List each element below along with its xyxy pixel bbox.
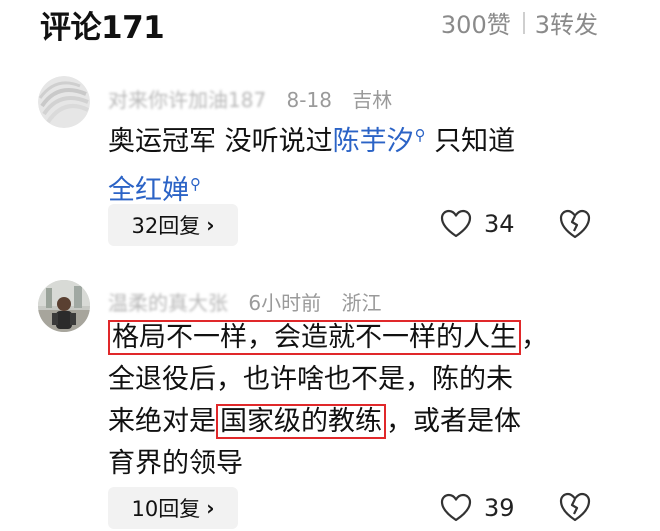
likes-count[interactable]: 300赞 <box>441 5 511 40</box>
broken-heart-icon[interactable] <box>558 490 592 524</box>
replies-button[interactable]: 32回复 › <box>108 204 238 246</box>
chevron-right-icon: › <box>206 496 215 520</box>
search-link-chen[interactable]: 陈芋汐 <box>333 126 414 157</box>
comment-text: 奥运冠军 没听说过陈芋汐⚲ 只知道 全红婵⚲ <box>108 114 515 212</box>
comment-text-segment: 奥运冠军 没听说过 <box>108 126 333 157</box>
like-count: 39 <box>484 494 515 522</box>
comment-meta: 对来你许加油187 8-18 吉林 <box>108 84 392 113</box>
username[interactable]: 温柔的真大张 <box>108 291 228 315</box>
comments-header: 评论171 300赞 3转发 <box>0 0 660 48</box>
avatar[interactable] <box>38 280 90 332</box>
comment-text-segment: 只知道 <box>434 126 516 157</box>
comment-location: 吉林 <box>352 88 393 112</box>
replies-label: 32回复 <box>131 214 201 238</box>
comment-text-segment: 育界的领导 <box>108 448 243 479</box>
search-icon[interactable]: ⚲ <box>415 126 426 144</box>
replies-button[interactable]: 10回复 › <box>108 487 238 529</box>
avatar[interactable] <box>38 76 90 128</box>
comment-date: 8-18 <box>286 88 332 112</box>
comment-text-segment: ，或者是体 <box>386 406 521 437</box>
shares-count[interactable]: 3转发 <box>535 5 598 40</box>
replies-label: 10回复 <box>131 497 201 521</box>
search-link-quan[interactable]: 全红婵 <box>108 175 189 206</box>
like-button[interactable]: 39 <box>440 488 515 528</box>
search-icon[interactable]: ⚲ <box>190 175 201 193</box>
header-stats: 300赞 3转发 <box>441 5 598 40</box>
heart-icon <box>440 493 472 522</box>
comment-text-segment: 全退役后，也许啥也不是，陈的未 <box>108 364 513 395</box>
like-count: 34 <box>484 210 515 238</box>
heart-icon <box>440 209 472 238</box>
stats-divider <box>522 11 525 34</box>
username[interactable]: 对来你许加油187 <box>108 88 266 112</box>
comment-time: 6小时前 <box>248 291 322 315</box>
chevron-right-icon: › <box>206 213 215 237</box>
highlighted-text: 国家级的教练 <box>216 404 386 439</box>
comments-title: 评论171 <box>40 10 165 46</box>
like-button[interactable]: 34 <box>440 204 515 244</box>
comment-text-segment: 来绝对是 <box>108 406 216 437</box>
highlighted-text: 格局不一样，会造就不一样的人生 <box>108 320 521 355</box>
comment-text-segment: ， <box>521 322 548 353</box>
comment-location: 浙江 <box>341 291 382 315</box>
comment-text: 格局不一样，会造就不一样的人生， 全退役后，也许啥也不是，陈的未 来绝对是 国家级… <box>108 317 548 485</box>
broken-heart-icon[interactable] <box>558 207 592 241</box>
comment-meta: 温柔的真大张 6小时前 浙江 <box>108 287 381 316</box>
